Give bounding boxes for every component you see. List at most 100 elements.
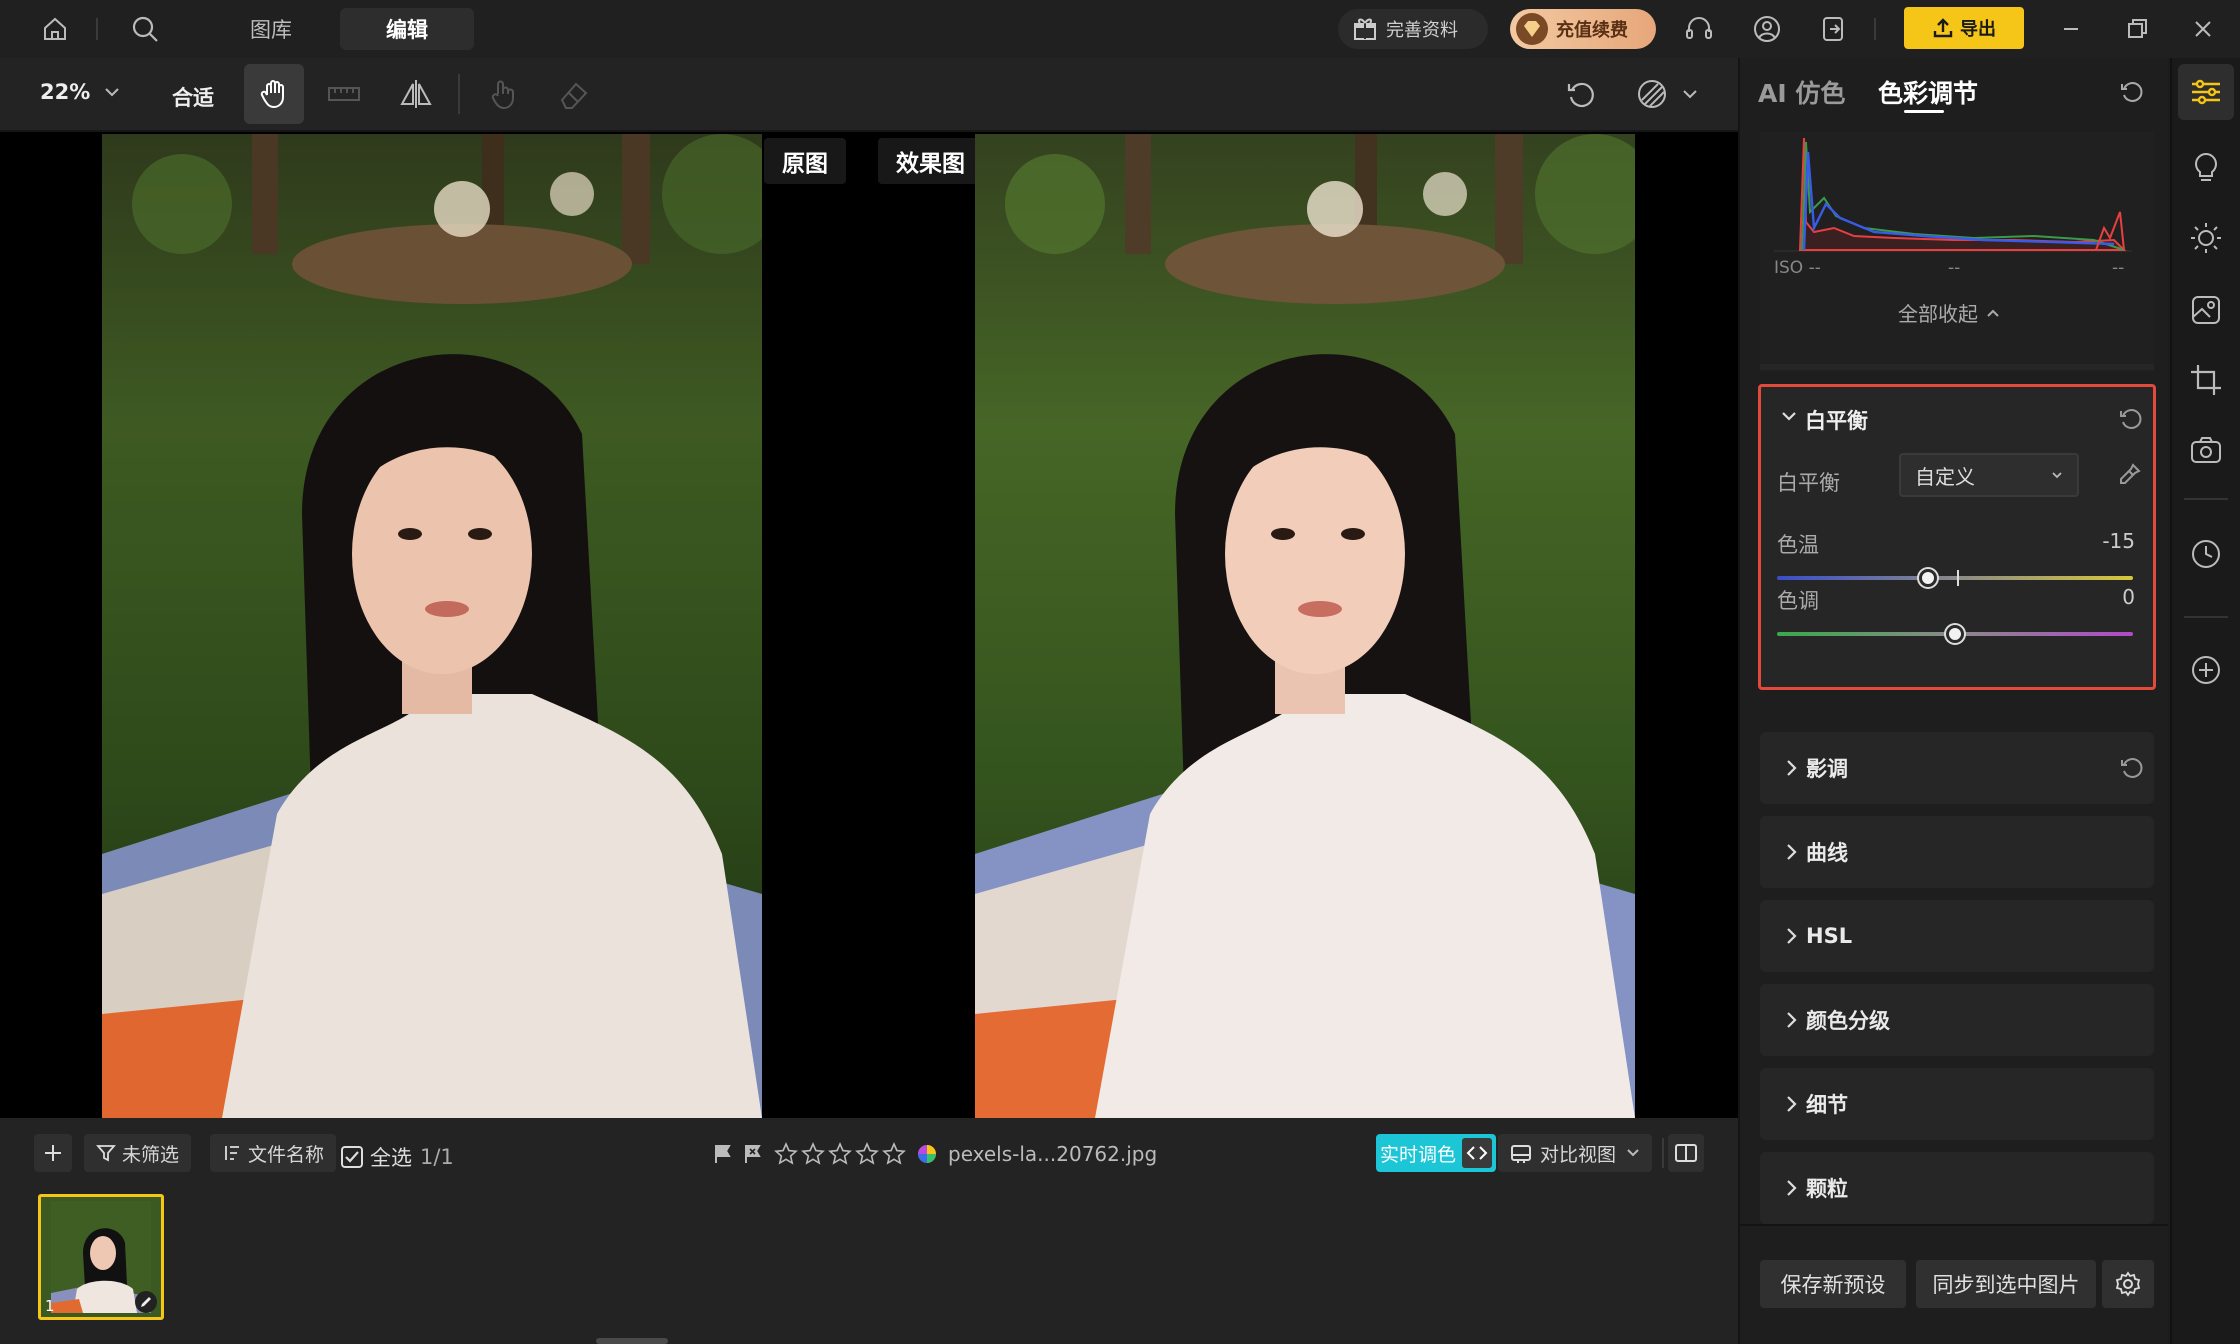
- flip-icon[interactable]: [398, 76, 434, 116]
- reset-icon[interactable]: [1564, 76, 1600, 116]
- color-label-icon[interactable]: [916, 1143, 938, 1165]
- home-icon[interactable]: [38, 12, 72, 46]
- user-icon[interactable]: [1750, 12, 1784, 46]
- star-icon[interactable]: [882, 1142, 906, 1166]
- photo-meta: pexels-la...20762.jpg: [712, 1142, 1157, 1166]
- search-icon[interactable]: [128, 12, 162, 46]
- overlay-select[interactable]: [1634, 76, 1698, 112]
- chevron-right-icon: [1787, 1012, 1797, 1028]
- tab-ai-color[interactable]: AI 仿色: [1758, 74, 1845, 110]
- star-icon[interactable]: [801, 1142, 825, 1166]
- minimize-icon[interactable]: [2054, 12, 2088, 46]
- zoom-select[interactable]: 22%: [40, 80, 120, 104]
- selection-count: 1/1: [420, 1145, 454, 1169]
- section-hsl[interactable]: HSL: [1760, 900, 2154, 972]
- eraser-icon[interactable]: [556, 76, 592, 116]
- wb-reset-icon[interactable]: [2117, 405, 2145, 433]
- sort-button[interactable]: 文件名称: [210, 1134, 337, 1172]
- select-all-label: 全选: [370, 1146, 412, 1170]
- temp-slider-handle[interactable]: [1919, 569, 1938, 587]
- divider: [1662, 1138, 1664, 1168]
- hand-tool[interactable]: [244, 64, 304, 124]
- wb-title: 白平衡: [1805, 409, 1868, 433]
- nav-library[interactable]: 图库: [204, 8, 338, 50]
- section-color-grading[interactable]: 颜色分级: [1760, 984, 2154, 1056]
- export-button[interactable]: 导出: [1904, 7, 2024, 49]
- ruler-icon[interactable]: [326, 76, 362, 116]
- reject-flag-icon[interactable]: [742, 1143, 764, 1165]
- tint-value[interactable]: 0: [2122, 585, 2135, 609]
- checkbox-icon[interactable]: [340, 1145, 364, 1169]
- add-circle-icon[interactable]: [2186, 650, 2226, 690]
- gear-icon: [2115, 1271, 2141, 1297]
- wb-mode-label: 白平衡: [1777, 471, 1840, 495]
- fit-button[interactable]: 合适: [172, 82, 214, 112]
- vip-button[interactable]: 充值续费: [1510, 9, 1656, 49]
- settings-button[interactable]: [2102, 1260, 2154, 1308]
- exit-icon[interactable]: [1816, 12, 1850, 46]
- temp-slider[interactable]: [1777, 576, 2133, 580]
- add-button[interactable]: [34, 1134, 72, 1172]
- tint-slider-handle[interactable]: [1946, 625, 1964, 643]
- thumbnail[interactable]: 1: [38, 1194, 164, 1320]
- gift-icon: [1354, 18, 1376, 40]
- chevron-down-icon[interactable]: [1779, 409, 1799, 425]
- section-detail[interactable]: 细节: [1760, 1068, 2154, 1140]
- effect-photo[interactable]: [975, 134, 1635, 1118]
- sun-icon[interactable]: [2186, 218, 2226, 258]
- history-icon[interactable]: [2186, 534, 2226, 574]
- panel-reset-icon[interactable]: [2118, 78, 2146, 110]
- star-icon[interactable]: [855, 1142, 879, 1166]
- wb-mode-select[interactable]: 自定义: [1899, 453, 2079, 497]
- restore-icon[interactable]: [2120, 12, 2154, 46]
- adjust-sliders-icon[interactable]: [2186, 72, 2226, 112]
- flag-icon[interactable]: [712, 1143, 734, 1165]
- star-icon[interactable]: [828, 1142, 852, 1166]
- star-icon[interactable]: [774, 1142, 798, 1166]
- chevron-right-icon: [1787, 1180, 1797, 1196]
- section-tone[interactable]: 影调: [1760, 732, 2154, 804]
- tab-color-adjust[interactable]: 色彩调节: [1878, 74, 1978, 110]
- white-balance-section: 白平衡 白平衡 自定义 色温 -15 色调 0: [1758, 384, 2156, 690]
- adjust-panel: AI 仿色 色彩调节 ISO -- -- -- 全部收起 白平衡 白平衡 自定义: [1738, 58, 2168, 1344]
- section-curve[interactable]: 曲线: [1760, 816, 2154, 888]
- section-grain[interactable]: 颗粒: [1760, 1152, 2154, 1224]
- nav-edit[interactable]: 编辑: [340, 8, 474, 50]
- select-all[interactable]: 全选 1/1: [340, 1142, 454, 1172]
- exif-right: --: [2112, 258, 2125, 278]
- edit-toolbar: 22% 合适: [0, 58, 1738, 132]
- bulb-icon[interactable]: [2186, 148, 2226, 188]
- filter-icon: [96, 1145, 116, 1162]
- chevron-down-icon: [1627, 1149, 1639, 1157]
- split-view-button[interactable]: [1668, 1134, 1704, 1172]
- filter-button[interactable]: 未筛选: [84, 1134, 192, 1172]
- save-preset-button[interactable]: 保存新预设: [1760, 1260, 1906, 1308]
- section-detail-label: 细节: [1806, 1093, 1848, 1117]
- chevron-right-icon: [1787, 1096, 1797, 1112]
- temp-default-mark: [1957, 570, 1959, 586]
- image-edit-icon[interactable]: [2186, 290, 2226, 330]
- compare-icon: [1511, 1145, 1531, 1163]
- diamond-icon: [1516, 13, 1548, 45]
- tool-sidebar: [2170, 58, 2240, 1344]
- collapse-all-button[interactable]: 全部收起: [1898, 298, 2000, 327]
- profile-button[interactable]: 完善资料: [1338, 9, 1488, 49]
- camera-icon[interactable]: [2186, 430, 2226, 470]
- sync-button[interactable]: 同步到选中图片: [1916, 1260, 2096, 1308]
- eyedropper-icon[interactable]: [2115, 461, 2143, 489]
- temp-value[interactable]: -15: [2102, 529, 2135, 553]
- divider: [96, 18, 98, 40]
- crop-icon[interactable]: [2186, 360, 2226, 400]
- tone-reset-icon[interactable]: [2118, 754, 2146, 782]
- star-rating[interactable]: [774, 1142, 906, 1166]
- live-color-button[interactable]: 实时调色: [1376, 1134, 1497, 1172]
- filmstrip-scrollbar[interactable]: [596, 1338, 668, 1344]
- histogram: [1774, 137, 2132, 252]
- original-photo[interactable]: [102, 134, 762, 1118]
- compare-canvas: 原图 效果图: [0, 132, 1738, 1118]
- touch-icon[interactable]: [484, 76, 520, 116]
- headset-icon[interactable]: [1682, 12, 1716, 46]
- temp-label: 色温: [1777, 533, 1819, 557]
- compare-view-button[interactable]: 对比视图: [1498, 1134, 1653, 1172]
- close-icon[interactable]: [2186, 12, 2220, 46]
